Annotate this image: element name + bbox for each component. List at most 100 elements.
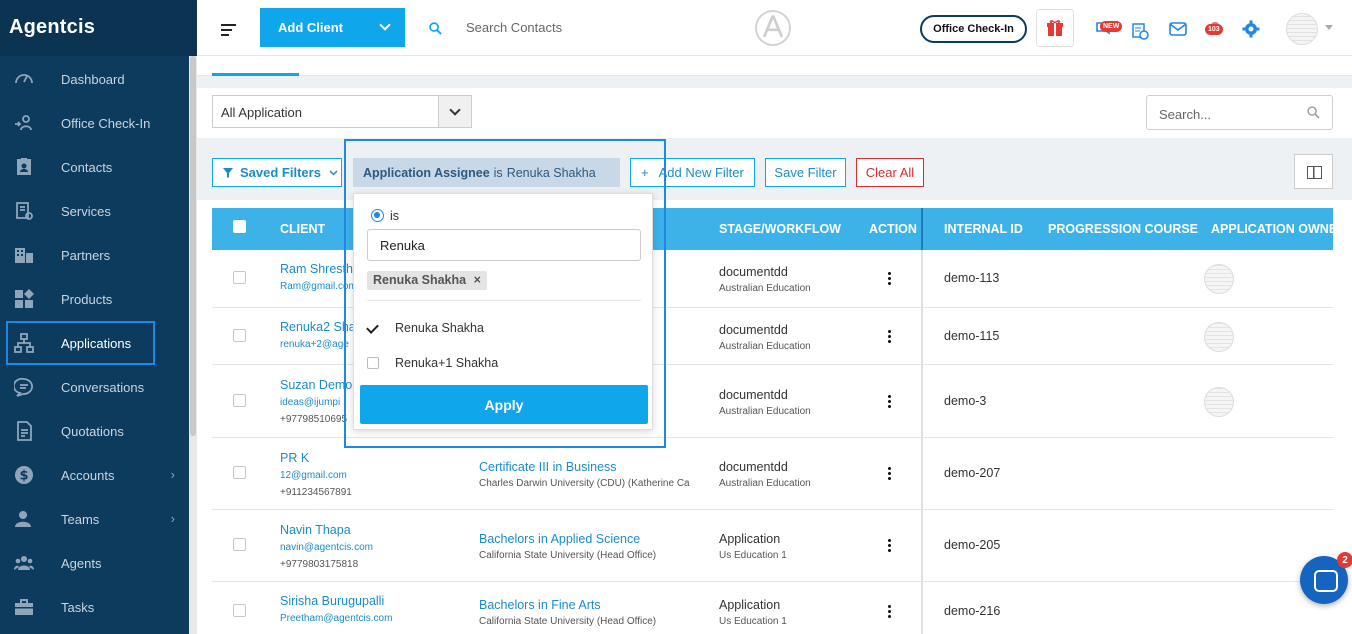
sidebar-item-label: Office Check-In: [61, 115, 151, 131]
stage-name: documentdd: [719, 387, 788, 402]
clear-all-button[interactable]: Clear All: [856, 158, 924, 187]
application-filter-select[interactable]: All Application: [212, 95, 472, 128]
col-client[interactable]: CLIENT: [280, 222, 325, 236]
active-filter-chip[interactable]: Application Assignee is Renuka Shakha: [353, 158, 620, 187]
office-checkin-button[interactable]: Office Check-In: [920, 15, 1027, 43]
chat-unread-badge: 2: [1337, 552, 1352, 568]
task-list-icon[interactable]: [1131, 22, 1149, 40]
client-name-link[interactable]: Ram Shresth: [280, 262, 353, 276]
row-checkbox[interactable]: [233, 466, 246, 479]
client-email-link[interactable]: renuka+2@age: [280, 339, 349, 350]
client-name-link[interactable]: Sirisha Burugupalli: [280, 594, 384, 608]
client-email-link[interactable]: Preetham@agentcis.com: [280, 613, 392, 624]
sidebar-item-label: Services: [61, 203, 111, 219]
row-checkbox[interactable]: [233, 604, 246, 617]
tabs-strip: [197, 56, 1352, 76]
internal-id: demo-205: [944, 538, 1001, 552]
sidebar-item-conversations[interactable]: Conversations: [0, 365, 189, 409]
row-checkbox[interactable]: [233, 393, 246, 407]
assignee-search-input[interactable]: Renuka: [367, 229, 641, 261]
chevron-down-icon[interactable]: [438, 96, 471, 127]
row-checkbox[interactable]: [233, 538, 246, 551]
sidebar-item-dashboard[interactable]: Dashboard: [0, 57, 189, 101]
client-email-link[interactable]: Ram@gmail.com: [280, 281, 357, 292]
remove-chip-icon[interactable]: ×: [474, 273, 481, 287]
selected-assignee-chip[interactable]: Renuka Shakha ×: [367, 271, 487, 290]
gear-icon[interactable]: [1242, 20, 1260, 38]
chevron-right-icon: ›: [170, 467, 175, 482]
client-name-link[interactable]: PR K: [280, 451, 309, 465]
sidebar-item-label: Tasks: [61, 599, 95, 615]
operator-is-radio[interactable]: [371, 209, 384, 222]
chevron-down-icon[interactable]: [379, 19, 391, 31]
option-checkbox[interactable]: [367, 357, 379, 369]
row-actions-kebab-icon[interactable]: [888, 329, 892, 345]
table-row[interactable]: Sirisha Burugupalli Preetham@agentcis.com…: [212, 582, 1333, 634]
sidebar-item-quotations[interactable]: Quotations: [0, 409, 189, 453]
gift-icon[interactable]: [1036, 9, 1074, 47]
option-checkbox-checked[interactable]: [367, 322, 379, 334]
chevron-down-icon[interactable]: [1325, 25, 1333, 30]
course-link[interactable]: Bachelors in Applied Science: [479, 532, 640, 546]
brand-logo[interactable]: Agentcis: [0, 0, 197, 56]
client-name-link[interactable]: Renuka2 Sha: [280, 320, 356, 334]
filter-funnel-icon: [223, 167, 233, 178]
row-actions-kebab-icon[interactable]: [888, 394, 892, 410]
menu-toggle-icon[interactable]: [221, 24, 236, 39]
row-actions-kebab-icon[interactable]: [888, 467, 892, 482]
institution-name: California State University (Head Office…: [479, 550, 657, 561]
sidebar-item-contacts[interactable]: Contacts: [0, 145, 189, 189]
plus-icon: +: [641, 165, 649, 180]
table-row[interactable]: Navin Thapa navin@agentcis.com +9779803175…: [212, 510, 1333, 582]
add-new-filter-button[interactable]: + Add New Filter: [630, 158, 755, 187]
saved-filters-button[interactable]: Saved Filters: [212, 158, 342, 187]
table-row[interactable]: PR K 12@gmail.com +911234567891 Certificate…: [212, 438, 1333, 510]
sidebar-item-agents[interactable]: Agents: [0, 541, 189, 585]
row-checkbox[interactable]: [233, 328, 246, 342]
col-internal-id[interactable]: INTERNAL ID: [944, 222, 1023, 236]
workflow-name: Australian Education: [719, 340, 811, 352]
client-name-link[interactable]: Navin Thapa: [280, 523, 351, 537]
add-client-button[interactable]: Add Client: [260, 8, 405, 47]
saved-filters-label: Saved Filters: [240, 165, 321, 180]
owner-avatar[interactable]: [1204, 264, 1234, 294]
course-link[interactable]: Bachelors in Fine Arts: [479, 598, 601, 612]
table-search-input[interactable]: Search...: [1146, 95, 1333, 130]
mail-icon[interactable]: [1169, 20, 1187, 38]
sidebar-item-tasks[interactable]: Tasks: [0, 585, 189, 629]
sidebar-item-partners[interactable]: Partners: [0, 233, 189, 277]
select-all-checkbox[interactable]: [233, 220, 246, 233]
row-actions-kebab-icon[interactable]: [888, 605, 892, 620]
search-icon[interactable]: [1307, 106, 1320, 119]
client-email-link[interactable]: navin@agentcis.com: [280, 542, 373, 553]
save-filter-button[interactable]: Save Filter: [765, 158, 846, 187]
sidebar-item-label: Teams: [61, 511, 100, 527]
course-link[interactable]: Certificate III in Business: [479, 460, 617, 474]
column-toggle-icon[interactable]: [1294, 154, 1333, 189]
client-name-link[interactable]: Suzan Demo: [280, 378, 352, 392]
sidebar-item-teams[interactable]: Teams ›: [0, 497, 189, 541]
client-email-link[interactable]: 12@gmail.com: [280, 470, 347, 481]
sidebar-scrollbar[interactable]: [189, 56, 197, 634]
sidebar-item-accounts[interactable]: $ Accounts ›: [0, 453, 189, 497]
sidebar-item-office-check-in[interactable]: Office Check-In: [0, 101, 189, 145]
col-application-owner[interactable]: APPLICATION OWNER: [1211, 222, 1333, 236]
internal-id: demo-3: [944, 393, 987, 408]
search-icon[interactable]: [429, 22, 442, 35]
sidebar-item-label: Accounts: [61, 467, 115, 483]
col-progression-course[interactable]: PROGRESSION COURSE: [1048, 222, 1198, 236]
contact-search-input[interactable]: Search Contacts: [466, 20, 562, 35]
owner-avatar[interactable]: [1204, 321, 1234, 352]
owner-avatar[interactable]: [1204, 386, 1234, 417]
sidebar-item-products[interactable]: Products: [0, 277, 189, 321]
user-avatar[interactable]: [1286, 13, 1318, 45]
apply-button[interactable]: Apply: [360, 385, 648, 424]
scrollbar-thumb[interactable]: [190, 56, 196, 436]
client-email-link[interactable]: ideas@ijumpi: [280, 397, 340, 408]
row-checkbox[interactable]: [233, 271, 246, 284]
row-actions-kebab-icon[interactable]: [888, 539, 892, 554]
col-stage[interactable]: STAGE/WORKFLOW: [719, 222, 841, 236]
sidebar-item-applications[interactable]: Applications: [6, 321, 155, 365]
row-actions-kebab-icon[interactable]: [888, 272, 892, 287]
sidebar-item-services[interactable]: Services: [0, 189, 189, 233]
